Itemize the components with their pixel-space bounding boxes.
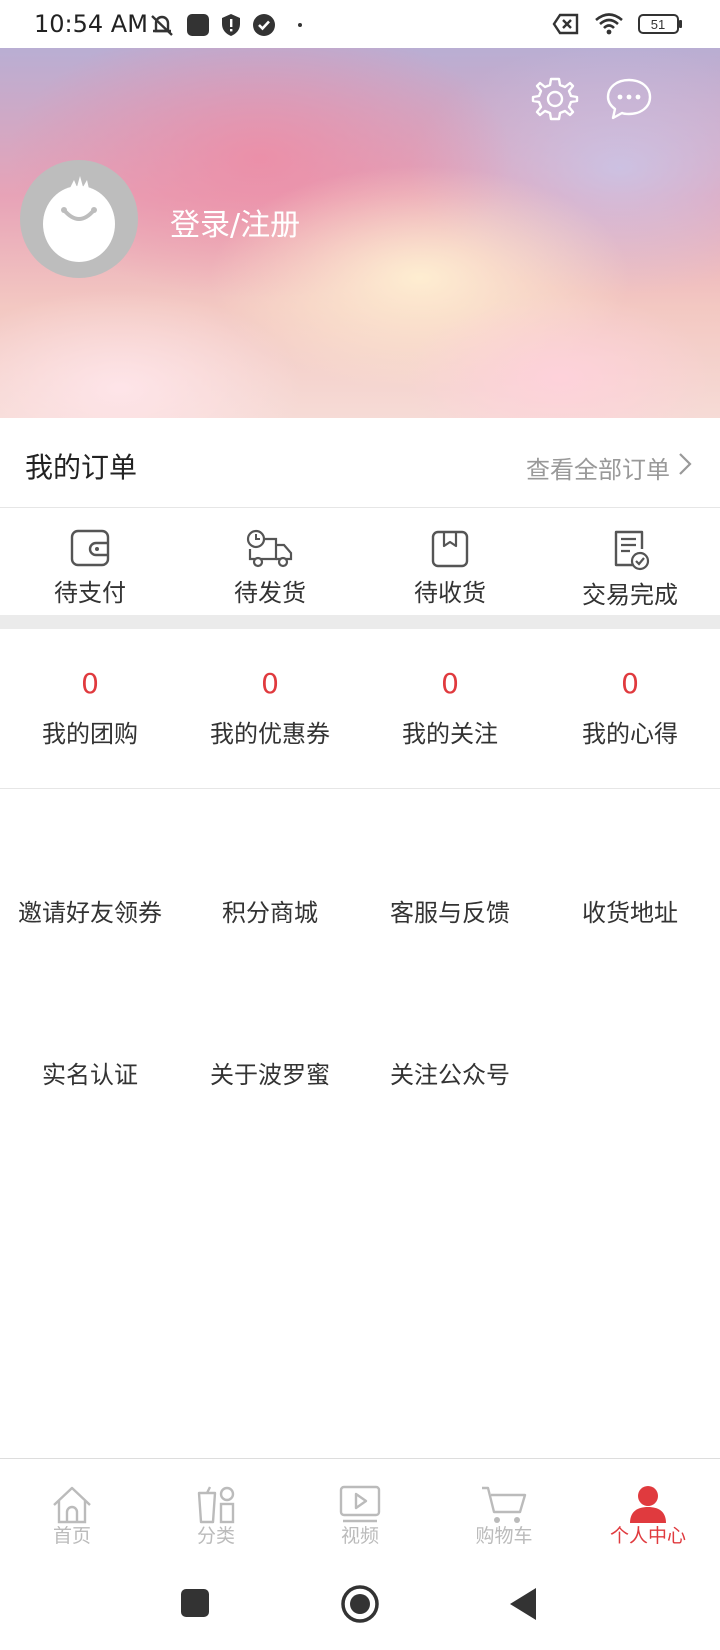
order-status-label: 交易完成 [582, 581, 678, 609]
profile-header: 登录/注册 [0, 48, 720, 418]
stat-group-buy[interactable]: 0 我的团购 [0, 629, 180, 788]
section-divider [0, 615, 720, 629]
wallet-icon [70, 529, 110, 567]
stat-count: 0 [261, 667, 279, 700]
tab-cart[interactable]: 购物车 [432, 1459, 576, 1558]
status-icons-left [148, 12, 302, 38]
home-icon [53, 1486, 91, 1524]
stats-row: 0 我的团购 0 我的优惠券 0 我的关注 0 我的心得 [0, 629, 720, 789]
person-icon [630, 1486, 666, 1523]
battery-icon: 51 [638, 14, 682, 34]
stat-count: 0 [621, 667, 639, 700]
settings-gear-icon[interactable] [530, 74, 580, 124]
stat-count: 0 [441, 667, 459, 700]
stat-label: 我的心得 [582, 720, 678, 748]
stat-coupons[interactable]: 0 我的优惠券 [180, 629, 360, 788]
battery-level: 51 [651, 17, 665, 32]
service-shipping-address[interactable]: 收货地址 [540, 893, 720, 928]
back-button[interactable] [508, 1586, 538, 1622]
category-icon [197, 1486, 235, 1524]
shield-icon [222, 14, 240, 36]
stat-following[interactable]: 0 我的关注 [360, 629, 540, 788]
chevron-right-icon[interactable] [678, 452, 692, 476]
stat-label: 我的团购 [42, 720, 138, 748]
service-real-name-auth[interactable]: 实名认证 [0, 1055, 180, 1090]
tab-profile[interactable]: 个人中心 [576, 1459, 720, 1558]
service-invite-friends[interactable]: 邀请好友领券 [0, 893, 180, 928]
wifi-icon [595, 13, 623, 35]
order-status-row: 待支付 待发货 待收货 交易完成 [0, 509, 720, 615]
status-icons-right: 51 [552, 12, 684, 36]
package-icon [431, 530, 469, 568]
tab-video[interactable]: 视频 [288, 1459, 432, 1558]
avatar[interactable] [20, 160, 138, 278]
order-status-label: 待支付 [54, 579, 126, 607]
order-status-pending-payment[interactable]: 待支付 [0, 509, 180, 615]
order-status-pending-receipt[interactable]: 待收货 [360, 509, 540, 615]
service-follow-official-account[interactable]: 关注公众号 [360, 1055, 540, 1090]
video-icon [339, 1485, 381, 1523]
stat-label: 我的关注 [402, 720, 498, 748]
service-customer-feedback[interactable]: 客服与反馈 [360, 893, 540, 928]
recent-apps-button[interactable] [180, 1588, 210, 1618]
stat-reviews[interactable]: 0 我的心得 [540, 629, 720, 788]
orders-title: 我的订单 [25, 451, 138, 484]
status-time: 10:54 AM [34, 10, 148, 38]
app-square-icon [187, 14, 209, 36]
service-points-mall[interactable]: 积分商城 [180, 893, 360, 928]
order-status-pending-shipment[interactable]: 待发货 [180, 509, 360, 615]
stat-label: 我的优惠券 [210, 720, 330, 748]
orders-header: 我的订单 查看全部订单 [0, 418, 720, 508]
check-circle-icon [253, 14, 275, 36]
order-status-label: 待收货 [414, 579, 486, 607]
tab-label: 首页 [52, 1525, 91, 1547]
bottom-tab-bar: 首页 分类 视频 购物车 个人中心 [0, 1458, 720, 1558]
services-row-1: 邀请好友领券 积分商城 客服与反馈 收货地址 [0, 893, 720, 928]
tab-category[interactable]: 分类 [144, 1459, 288, 1558]
status-bar: 10:54 AM 51 [0, 0, 720, 48]
receipt-check-icon [614, 530, 650, 571]
message-bubble-icon[interactable] [604, 74, 654, 124]
mute-icon [151, 15, 173, 36]
view-all-orders-link[interactable]: 查看全部订单 [526, 450, 670, 485]
order-status-label: 待发货 [234, 579, 306, 607]
system-nav-bar [0, 1558, 720, 1650]
login-register-link[interactable]: 登录/注册 [170, 200, 300, 244]
avatar-mascot-icon [43, 176, 115, 262]
no-sim-icon [552, 13, 579, 35]
tab-label: 视频 [340, 1525, 379, 1547]
tab-home[interactable]: 首页 [0, 1459, 144, 1558]
home-button[interactable] [340, 1584, 380, 1624]
notification-dot [298, 23, 302, 27]
tab-label: 分类 [196, 1525, 235, 1547]
order-status-completed[interactable]: 交易完成 [540, 509, 720, 615]
service-about[interactable]: 关于波罗蜜 [180, 1055, 360, 1090]
stat-count: 0 [81, 667, 99, 700]
delivery-truck-icon [246, 529, 293, 568]
tab-label: 个人中心 [609, 1525, 686, 1547]
services-row-2: 实名认证 关于波罗蜜 关注公众号 [0, 1055, 720, 1090]
tab-label: 购物车 [475, 1525, 533, 1547]
cart-icon [482, 1486, 527, 1523]
